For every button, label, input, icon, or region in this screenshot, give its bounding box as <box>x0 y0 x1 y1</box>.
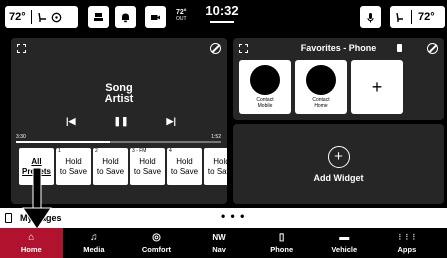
nav-label: Home <box>20 245 42 254</box>
preset-label: Hold <box>213 156 227 166</box>
progress-bar[interactable] <box>16 141 221 143</box>
outside-temp-unit: OUT <box>176 16 187 22</box>
preset-label: to Save <box>207 166 227 176</box>
add-circle-icon: + <box>327 145 350 168</box>
my-pages-bar[interactable]: My Pages • • • <box>0 208 447 228</box>
nav-media[interactable]: ♫ Media <box>63 228 126 258</box>
nav-label: Phone <box>270 245 294 254</box>
seat-heat-icon <box>396 12 403 22</box>
track-duration: 1:52 <box>211 134 221 140</box>
seat-heat-icon <box>37 12 46 22</box>
preset-1-button[interactable]: 1 Hold to Save <box>56 148 91 185</box>
status-bar: 72° 72° OUT 10:32 72° <box>0 0 447 34</box>
bell-icon <box>122 13 129 22</box>
compass-icon: NW <box>212 233 226 242</box>
passenger-temp: 72° <box>418 11 435 23</box>
drag-handle[interactable] <box>210 21 234 23</box>
contact-label: Contact Home <box>312 97 329 109</box>
seat-icon <box>94 12 103 21</box>
driver-temp: 72° <box>9 11 26 23</box>
preset-4-button[interactable]: 4 Hold to Save <box>167 148 202 185</box>
expand-icon[interactable] <box>17 44 26 53</box>
contact-type: Mobile <box>257 103 273 109</box>
preset-number: 2 <box>95 148 98 154</box>
edit-widget-icon[interactable] <box>427 43 438 54</box>
nav-vehicle[interactable]: ▬ Vehicle <box>313 228 376 258</box>
preset-5-button[interactable]: Hold to Save <box>204 148 227 185</box>
preset-3-button[interactable]: 3 - FM Hold to Save <box>130 148 165 185</box>
apps-grid-icon: ⋮⋮⋮ <box>396 234 418 241</box>
add-widget-label: Add Widget <box>313 172 364 183</box>
favorites-widget[interactable]: Favorites - Phone Contact Mobile Contact… <box>233 38 444 120</box>
passenger-climate-button[interactable]: 72° <box>390 6 445 28</box>
avatar <box>250 65 280 95</box>
contact-type: Home <box>314 103 328 109</box>
pause-icon[interactable]: ❚❚ <box>113 116 128 127</box>
nav-apps[interactable]: ⋮⋮⋮ Apps <box>376 228 439 258</box>
preset-label: to Save <box>96 166 125 176</box>
favorites-title: Favorites - Phone <box>300 43 377 53</box>
nav-home[interactable]: ⌂ Home <box>0 228 63 258</box>
down-arrow-icon <box>22 168 52 230</box>
contact-label: Contact Mobile <box>256 97 273 109</box>
clock: 10:32 <box>205 3 239 18</box>
home-icon: ⌂ <box>28 232 35 243</box>
phone-device-icon <box>397 44 402 52</box>
steering-wheel-icon: ◎ <box>152 232 161 243</box>
contact-home-button[interactable]: Contact Home <box>295 60 347 114</box>
preset-label: All <box>31 156 42 166</box>
edit-widget-icon[interactable] <box>210 43 221 54</box>
preset-label: Hold <box>102 156 119 166</box>
camera-icon <box>151 14 160 20</box>
outside-temperature: 72° OUT <box>176 9 187 23</box>
pages-icon <box>5 213 12 223</box>
divider <box>411 10 412 24</box>
add-favorite-button[interactable]: + <box>351 60 403 114</box>
playback-controls: |◀ ❚❚ ▶| <box>66 116 176 127</box>
preset-2-button[interactable]: 2 Hold to Save <box>93 148 128 185</box>
preset-label: to Save <box>133 166 162 176</box>
preset-label: Hold <box>139 156 156 166</box>
microphone-icon <box>367 12 374 22</box>
favorite-contacts: Contact Mobile Contact Home + <box>239 60 403 114</box>
contact-mobile-button[interactable]: Contact Mobile <box>239 60 291 114</box>
seat-settings-button[interactable] <box>88 6 109 28</box>
progress-fill <box>16 141 111 143</box>
nav-comfort[interactable]: ◎ Comfort <box>125 228 188 258</box>
elapsed-time: 3:30 <box>16 134 26 140</box>
preset-number: 3 - FM <box>132 148 147 154</box>
avatar <box>306 65 336 95</box>
camera-button[interactable] <box>145 6 166 28</box>
nav-label: Nav <box>212 245 226 254</box>
bottom-navigation: ⌂ Home ♫ Media ◎ Comfort NW Nav ▯ Phone … <box>0 228 447 258</box>
voice-button[interactable] <box>360 6 381 28</box>
preset-number: 4 <box>169 148 172 154</box>
plus-icon: + <box>371 76 383 97</box>
steering-wheel-heat-icon <box>51 12 61 22</box>
notification-button[interactable] <box>115 6 136 28</box>
preset-label: Hold <box>65 156 82 166</box>
divider <box>30 10 32 24</box>
outside-temp-value: 72° <box>176 9 187 16</box>
artist-name: Artist <box>104 93 134 105</box>
next-track-icon[interactable]: ▶| <box>167 116 176 127</box>
preset-label: to Save <box>59 166 88 176</box>
nav-label: Media <box>83 245 105 254</box>
preset-number: 1 <box>58 148 61 154</box>
nav-nav[interactable]: NW Nav <box>188 228 251 258</box>
music-note-icon: ♫ <box>90 232 98 243</box>
nav-label: Apps <box>397 245 417 254</box>
driver-climate-button[interactable]: 72° <box>5 6 78 28</box>
previous-track-icon[interactable]: |◀ <box>66 116 75 127</box>
car-icon: ▬ <box>339 232 350 243</box>
add-widget-button[interactable]: + Add Widget <box>233 124 444 204</box>
page-indicator-dots[interactable]: • • • <box>221 209 245 223</box>
nav-label: Comfort <box>141 245 172 254</box>
preset-label: to Save <box>170 166 199 176</box>
nav-label: Vehicle <box>331 245 358 254</box>
preset-label: Hold <box>176 156 193 166</box>
nav-phone[interactable]: ▯ Phone <box>250 228 313 258</box>
phone-icon: ▯ <box>278 232 285 243</box>
